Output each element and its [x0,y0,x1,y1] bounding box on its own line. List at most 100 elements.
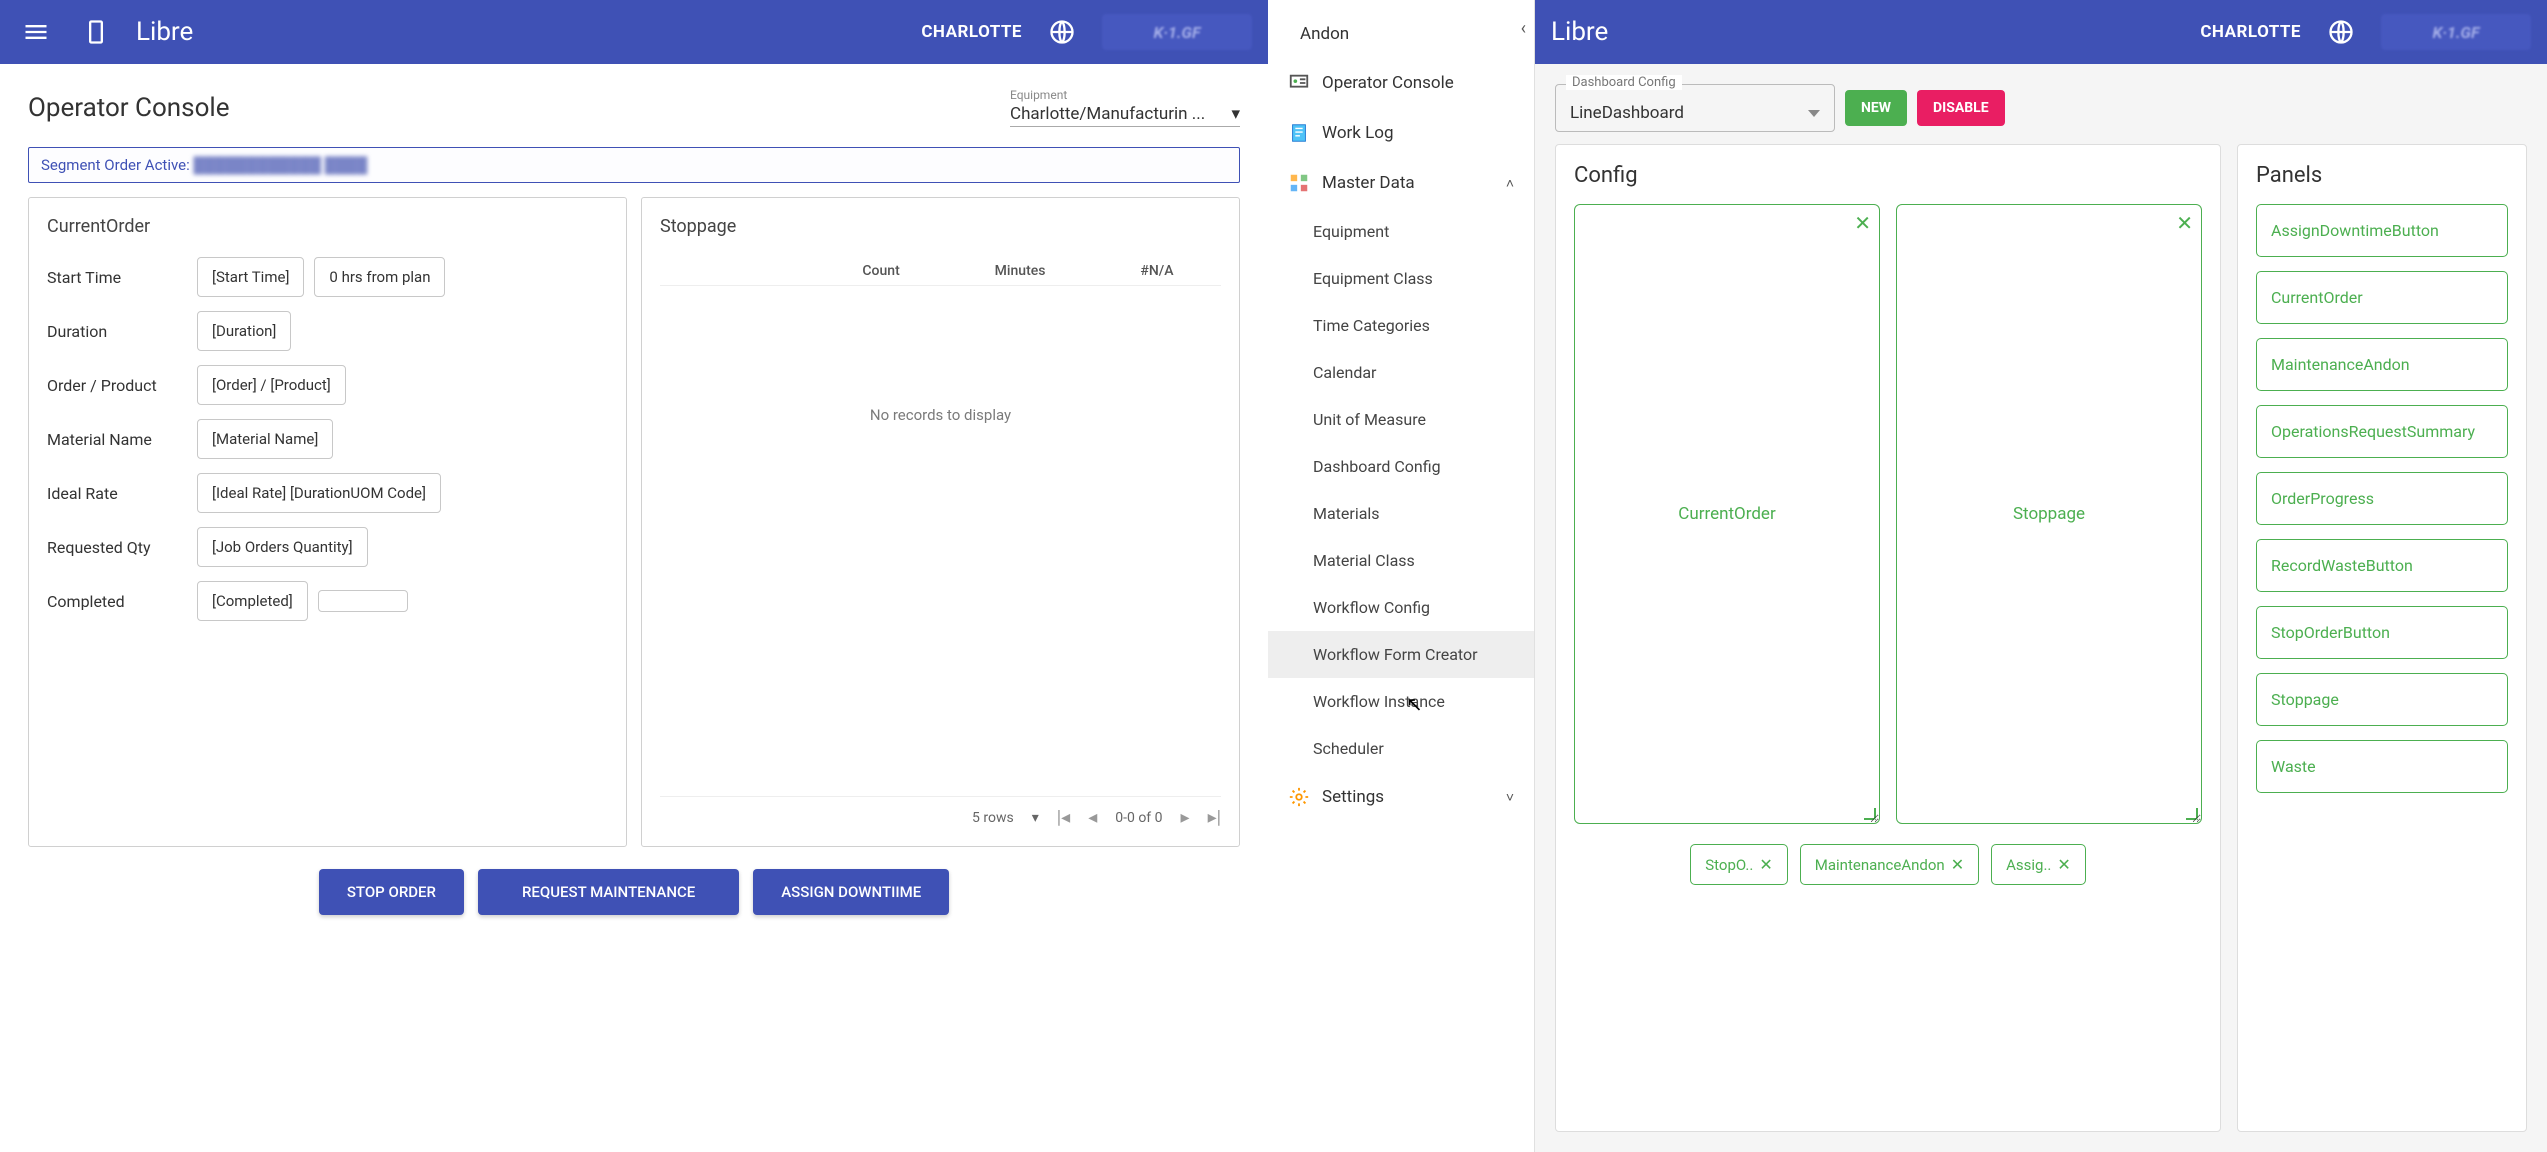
config-slot-currentorder[interactable]: ✕CurrentOrder [1574,204,1880,824]
close-icon[interactable]: ✕ [1854,211,1871,235]
config-slot-stoppage[interactable]: ✕ Stoppage [1896,204,2202,824]
sidebar-item-work-log[interactable]: Work Log [1268,108,1534,158]
menu-icon[interactable] [16,12,56,52]
topbar-right: Libre CHARLOTTE K·1.GF [1535,0,2547,64]
segment-prefix: Segment Order Active: [41,156,190,174]
chip-label: MaintenanceAndon [1815,856,1945,874]
sidebar-item-material-class[interactable]: Material Class [1268,537,1534,584]
panel-item-orderprogress[interactable]: OrderProgress [2256,472,2508,525]
val-start-time: [Start Time] [197,257,304,297]
app-title: Libre [1551,17,1608,47]
panel-item-recordwastebutton[interactable]: RecordWasteButton [2256,539,2508,592]
label-ideal-rate: Ideal Rate [47,484,197,503]
panel-item-currentorder[interactable]: CurrentOrder [2256,271,2508,324]
new-button[interactable]: NEW [1845,90,1907,126]
table-empty-text: No records to display [660,286,1221,796]
label-completed: Completed [47,592,197,611]
slot-label: Stoppage [2013,504,2085,524]
location-label: CHARLOTTE [921,22,1022,42]
request-maintenance-button[interactable]: REQUEST MAINTENANCE [478,869,739,915]
panel-item-operationsrequestsummary[interactable]: OperationsRequestSummary [2256,405,2508,458]
sidebar-label: Settings [1322,787,1384,807]
col-minutes: Minutes [995,263,1046,279]
config-section: Config ✕CurrentOrder✕Stoppage StopO..✕Ma… [1555,144,2221,1132]
sidebar-item-materials[interactable]: Materials [1268,490,1534,537]
disable-button[interactable]: DISABLE [1917,90,2005,126]
stoppage-card: Stoppage Count Minutes #N/A No records t… [641,197,1240,847]
sidebar-item-scheduler[interactable]: Scheduler [1268,725,1534,772]
segment-banner: Segment Order Active: ████████████ ████ [28,147,1240,183]
stop-order-button[interactable]: STOP ORDER [319,869,464,915]
location-label: CHARLOTTE [2200,22,2301,42]
globe-icon[interactable] [1042,12,1082,52]
val-completed-extra [318,590,408,612]
sidebar-label: Andon [1300,24,1349,44]
label-order-product: Order / Product [47,376,197,395]
panel-item-assigndowntimebutton[interactable]: AssignDowntimeButton [2256,204,2508,257]
sidebar-item-workflow-instance[interactable]: Workflow Instance [1268,678,1534,725]
config-chip[interactable]: StopO.. ✕ [1690,844,1788,885]
assign-downtime-button[interactable]: ASSIGN DOWNTIIME [753,869,949,915]
close-icon[interactable]: ✕ [1951,855,1964,874]
pager-rows-caret[interactable]: ▾ [1032,810,1039,826]
val-start-offset: 0 hrs from plan [314,257,445,297]
val-order-product: [Order] / [Product] [197,365,346,405]
sidebar-item-operator-console[interactable]: Operator Console [1268,58,1534,108]
sidebar-item-calendar[interactable]: Calendar [1268,349,1534,396]
close-icon[interactable]: ✕ [1759,855,1772,874]
sidebar-item-master-data[interactable]: Master Data ˄ [1268,158,1534,208]
sidebar-item-dashboard-config[interactable]: Dashboard Config [1268,443,1534,490]
sidebar-item-equipment-class[interactable]: Equipment Class [1268,255,1534,302]
dashboard-config-select[interactable]: Dashboard Config LineDashboard [1555,84,1835,132]
config-chip[interactable]: Assig..✕ [1991,844,2086,885]
sidebar-item-workflow-config[interactable]: Workflow Config [1268,584,1534,631]
chevron-down-icon: ▾ [1231,104,1240,124]
segment-value: ████████████ ████ [193,156,367,174]
pager-range: 0-0 of 0 [1115,810,1162,826]
equipment-select[interactable]: Equipment Charlotte/Manufacturin ... ▾ [1010,88,1240,127]
sidebar-label: Operator Console [1322,73,1454,93]
val-duration: [Duration] [197,311,291,351]
panel-item-waste[interactable]: Waste [2256,740,2508,793]
chevron-up-icon: ˄ [1506,175,1514,192]
current-order-title: CurrentOrder [47,216,608,237]
close-icon[interactable]: ✕ [2176,211,2193,235]
sidebar-label: Work Log [1322,123,1394,143]
pager-next-icon[interactable]: ▸ [1181,807,1190,828]
sidebar-item-andon[interactable]: Andon [1268,10,1534,58]
select-label: Dashboard Config [1566,75,1682,90]
close-icon[interactable]: ✕ [2057,855,2070,874]
val-ideal-rate: [Ideal Rate] [DurationUOM Code] [197,473,441,513]
sidebar-label: Master Data [1322,173,1415,193]
val-requested-qty: [Job Orders Quantity] [197,527,368,567]
sidebar-item-settings[interactable]: Settings ˅ [1268,772,1534,822]
pager-first-icon[interactable]: |◂ [1057,807,1070,828]
console-icon [1288,72,1310,94]
grid-icon [1288,172,1310,194]
config-chip[interactable]: MaintenanceAndon ✕ [1800,844,1979,885]
brand-logo: K·1.GF [2381,14,2531,50]
sidebar-item-time-categories[interactable]: Time Categories [1268,302,1534,349]
panel-item-stoporderbutton[interactable]: StopOrderButton [2256,606,2508,659]
brand-logo: K·1.GF [1102,14,1252,50]
sidebar-item-unit-of-measure[interactable]: Unit of Measure [1268,396,1534,443]
sidebar: ‹ Andon Operator Console Work Log Master… [1268,0,1535,1152]
sidebar-item-equipment[interactable]: Equipment [1268,208,1534,255]
topbar-left: Libre CHARLOTTE K·1.GF [0,0,1268,64]
chevron-down-icon: ˅ [1506,789,1514,806]
sidebar-collapse-icon[interactable]: ‹ [1521,18,1526,39]
pager-rows[interactable]: 5 rows [972,810,1014,826]
panel-item-stoppage[interactable]: Stoppage [2256,673,2508,726]
val-material-name: [Material Name] [197,419,333,459]
app-title: Libre [136,17,193,47]
sidebar-item-workflow-form-creator[interactable]: Workflow Form Creator [1268,631,1534,678]
pager-last-icon[interactable]: ▸| [1208,807,1221,828]
panel-item-maintenanceandon[interactable]: MaintenanceAndon [2256,338,2508,391]
select-value: LineDashboard [1570,103,1684,123]
pager-prev-icon[interactable]: ◂ [1088,807,1097,828]
globe-icon[interactable] [2321,12,2361,52]
chip-label: StopO.. [1705,856,1753,874]
label-start-time: Start Time [47,268,197,287]
page-title: Operator Console [28,93,230,123]
clipboard-icon[interactable] [76,12,116,52]
